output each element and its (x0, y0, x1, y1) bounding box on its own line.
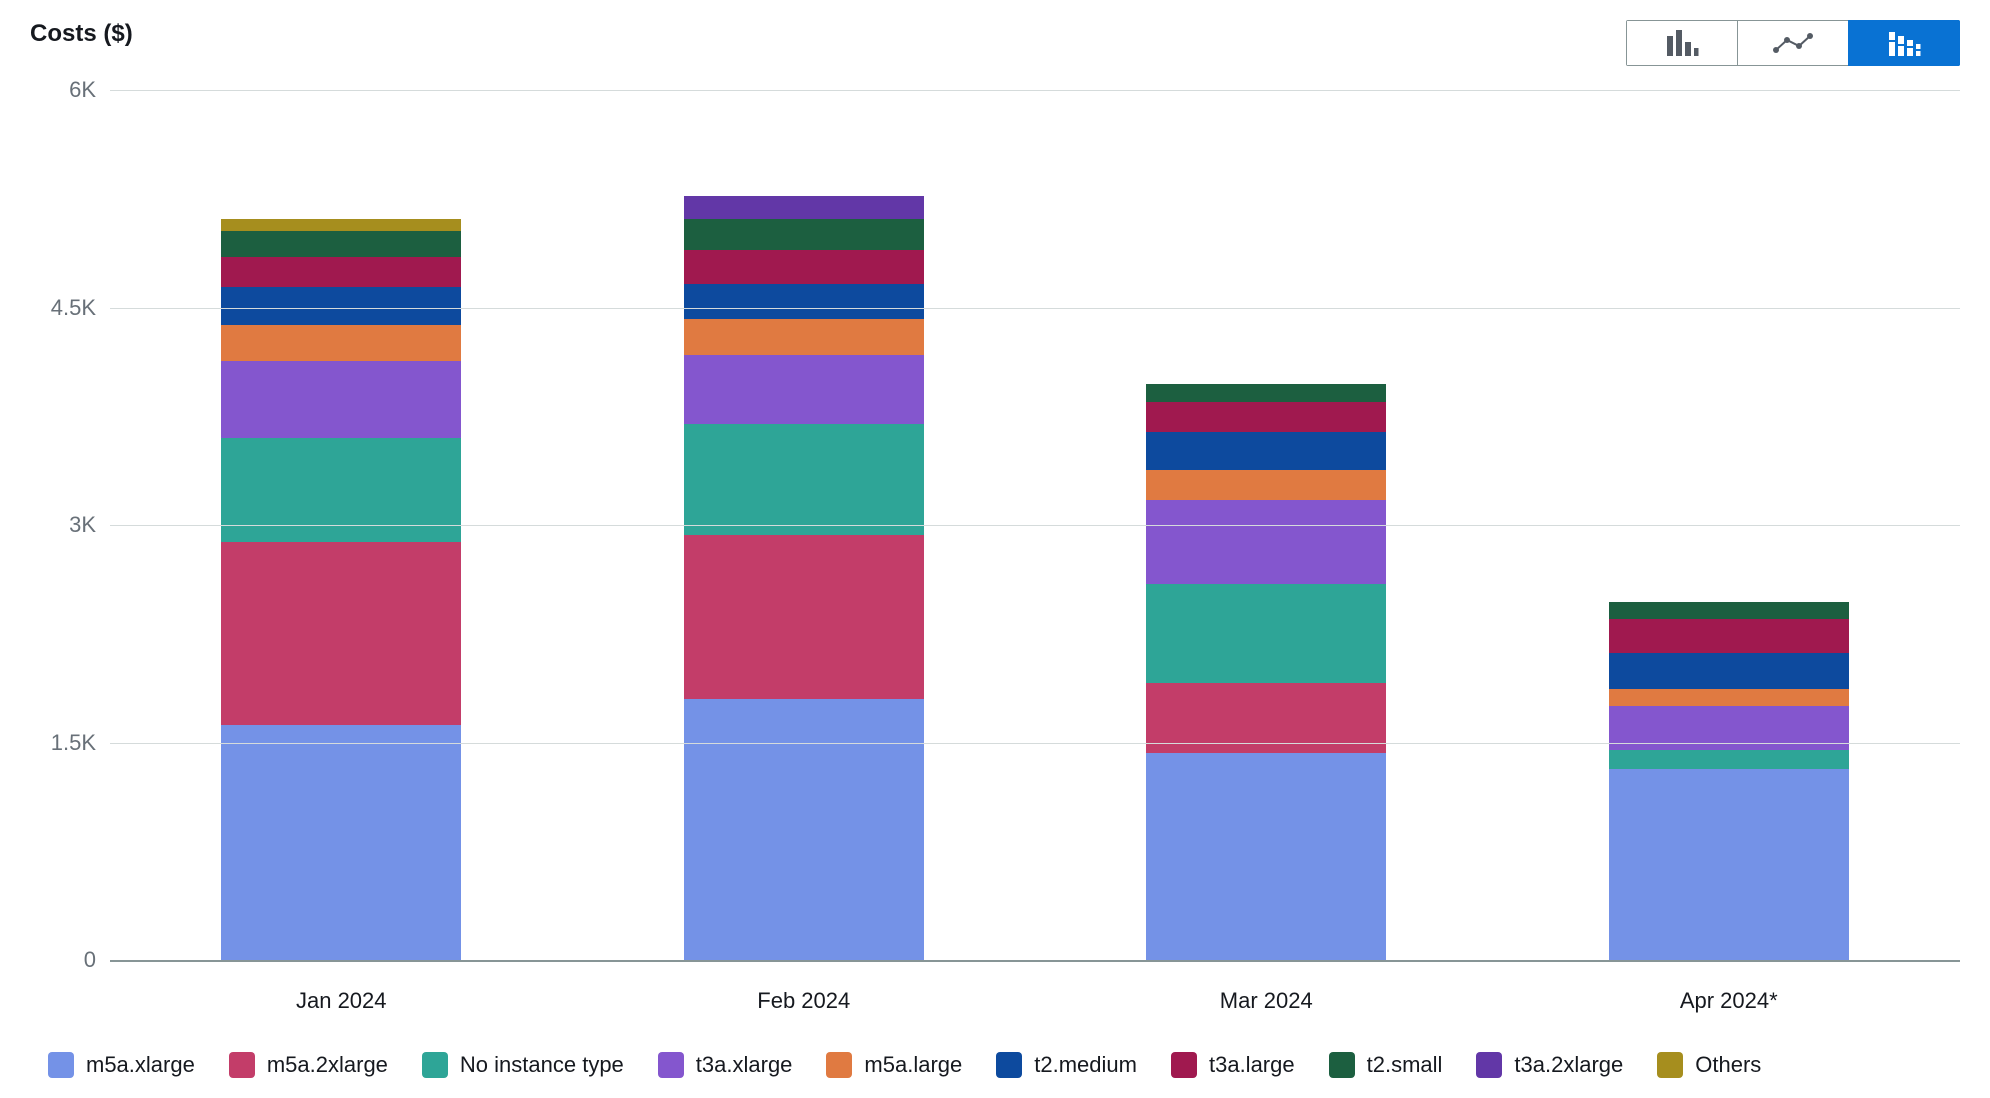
bar-segment[interactable] (1146, 402, 1386, 432)
grid-line (110, 525, 1960, 526)
bar-segment[interactable] (1146, 384, 1386, 401)
legend-label: t2.small (1367, 1052, 1443, 1078)
bar-segment[interactable] (684, 250, 924, 285)
x-tick-label: Jan 2024 (110, 988, 573, 1014)
legend-label: No instance type (460, 1052, 624, 1078)
stacked-bar[interactable] (221, 219, 461, 960)
grid-line (110, 308, 1960, 309)
bar-segment[interactable] (684, 219, 924, 249)
legend-label: Others (1695, 1052, 1761, 1078)
bar-segment[interactable] (684, 424, 924, 536)
bar-segment[interactable] (684, 196, 924, 219)
bar-segment[interactable] (684, 319, 924, 355)
x-tick-label: Feb 2024 (573, 988, 1036, 1014)
bar-segment[interactable] (684, 535, 924, 699)
legend-item[interactable]: t3a.2xlarge (1476, 1052, 1623, 1078)
x-tick-label: Mar 2024 (1035, 988, 1498, 1014)
legend-swatch (1657, 1052, 1683, 1078)
bar-segment[interactable] (684, 355, 924, 423)
y-tick-label: 1.5K (51, 730, 96, 756)
stacked-bar[interactable] (1609, 602, 1849, 960)
bar-segment[interactable] (221, 725, 461, 960)
legend-swatch (1476, 1052, 1502, 1078)
legend: m5a.xlarge m5a.2xlarge No instance type t3a… (48, 1052, 1960, 1078)
legend-item[interactable]: t2.medium (996, 1052, 1137, 1078)
legend-item[interactable]: m5a.2xlarge (229, 1052, 388, 1078)
legend-label: m5a.large (864, 1052, 962, 1078)
y-tick-label: 4.5K (51, 295, 96, 321)
stacked-bar[interactable] (1146, 384, 1386, 960)
bar-segment[interactable] (1609, 689, 1849, 706)
bar-segment[interactable] (221, 438, 461, 542)
bar-segment[interactable] (1609, 619, 1849, 652)
bar-chart-icon (1665, 30, 1699, 56)
legend-swatch (1329, 1052, 1355, 1078)
bar-segment[interactable] (1609, 602, 1849, 619)
bar-segment[interactable] (1609, 653, 1849, 689)
bar-segment[interactable] (221, 257, 461, 287)
bar-segment[interactable] (221, 231, 461, 257)
grid-line (110, 90, 1960, 91)
y-tick-label: 6K (69, 77, 96, 103)
y-axis: 01.5K3K4.5K6K (30, 90, 110, 960)
stacked-bar-chart-icon (1887, 30, 1921, 56)
legend-swatch (422, 1052, 448, 1078)
y-tick-label: 3K (69, 512, 96, 538)
bar-segment[interactable] (1609, 750, 1849, 769)
bar-segment[interactable] (1146, 432, 1386, 470)
legend-label: m5a.xlarge (86, 1052, 195, 1078)
x-axis: Jan 2024Feb 2024Mar 2024Apr 2024* (110, 988, 1960, 1014)
legend-label: t2.medium (1034, 1052, 1137, 1078)
bar-segment[interactable] (221, 325, 461, 361)
bar-segment[interactable] (221, 219, 461, 231)
legend-label: t3a.2xlarge (1514, 1052, 1623, 1078)
legend-label: t3a.large (1209, 1052, 1295, 1078)
legend-item[interactable]: t2.small (1329, 1052, 1443, 1078)
bar-segment[interactable] (1146, 584, 1386, 683)
bar-segment[interactable] (684, 284, 924, 319)
legend-item[interactable]: No instance type (422, 1052, 624, 1078)
chart-type-toggle (1626, 20, 1960, 66)
legend-item[interactable]: t3a.large (1171, 1052, 1295, 1078)
grid-line (110, 743, 1960, 744)
legend-label: t3a.xlarge (696, 1052, 793, 1078)
legend-swatch (48, 1052, 74, 1078)
bar-segment[interactable] (221, 287, 461, 325)
plot (110, 90, 1960, 962)
chart-title: Costs ($) (30, 20, 133, 48)
legend-label: m5a.2xlarge (267, 1052, 388, 1078)
bar-segment[interactable] (1146, 500, 1386, 584)
legend-swatch (229, 1052, 255, 1078)
line-chart-button[interactable] (1737, 20, 1849, 66)
bar-segment[interactable] (1146, 470, 1386, 500)
legend-swatch (996, 1052, 1022, 1078)
bar-segment[interactable] (221, 361, 461, 438)
chart-container: Costs ($) (0, 0, 1990, 1098)
legend-swatch (826, 1052, 852, 1078)
chart-header: Costs ($) (30, 20, 1960, 70)
legend-swatch (658, 1052, 684, 1078)
stacked-bar[interactable] (684, 196, 924, 960)
chart-plot-area: 01.5K3K4.5K6K (30, 90, 1960, 960)
y-tick-label: 0 (84, 947, 96, 973)
legend-item[interactable]: Others (1657, 1052, 1761, 1078)
legend-item[interactable]: m5a.xlarge (48, 1052, 195, 1078)
legend-item[interactable]: m5a.large (826, 1052, 962, 1078)
bar-chart-button[interactable] (1626, 20, 1738, 66)
bar-segment[interactable] (1146, 753, 1386, 960)
legend-item[interactable]: t3a.xlarge (658, 1052, 793, 1078)
legend-swatch (1171, 1052, 1197, 1078)
bar-segment[interactable] (1609, 769, 1849, 960)
line-chart-icon (1773, 32, 1813, 54)
bar-segment[interactable] (684, 699, 924, 960)
x-tick-label: Apr 2024* (1498, 988, 1961, 1014)
bar-segment[interactable] (221, 542, 461, 725)
stacked-bar-chart-button[interactable] (1848, 20, 1960, 66)
